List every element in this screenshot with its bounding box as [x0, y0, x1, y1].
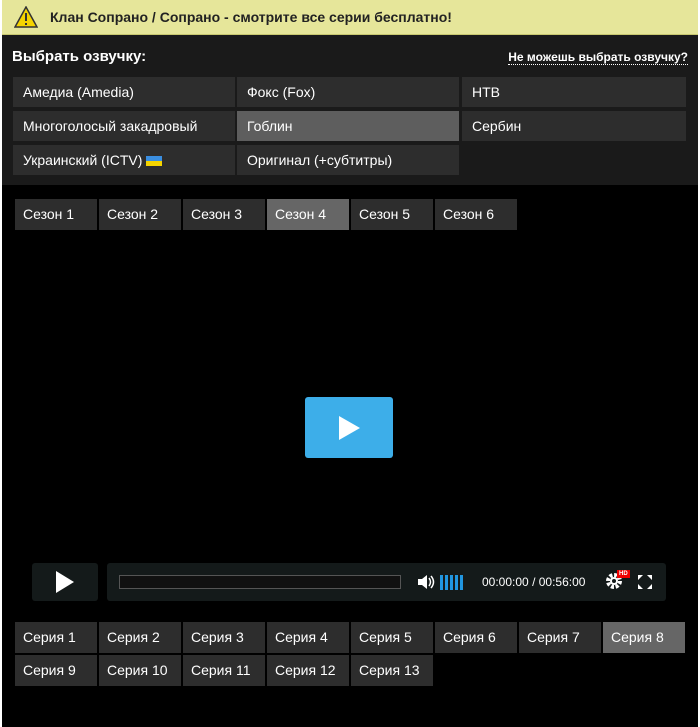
voice-option[interactable]: Многоголосый закадровый: [13, 111, 235, 141]
progress-bar[interactable]: [119, 575, 401, 589]
voice-option[interactable]: Оригинал (+субтитры): [237, 145, 459, 175]
season-tab[interactable]: Сезон 1: [15, 199, 97, 230]
voice-option[interactable]: Фокс (Fox): [237, 77, 459, 107]
episode-button[interactable]: Серия 4: [267, 622, 349, 653]
episode-button[interactable]: Серия 1: [15, 622, 97, 653]
volume-slider[interactable]: [440, 575, 463, 590]
season-tab[interactable]: Сезон 3: [183, 199, 265, 230]
episode-button[interactable]: Серия 6: [435, 622, 517, 653]
episode-button[interactable]: Серия 12: [267, 655, 349, 686]
hd-badge: HD: [617, 570, 630, 578]
voice-help-link[interactable]: Не можешь выбрать озвучку?: [508, 50, 688, 65]
voice-option[interactable]: Украинский (ICTV): [13, 145, 235, 175]
episode-button[interactable]: Серия 3: [183, 622, 265, 653]
episode-button[interactable]: Серия 5: [351, 622, 433, 653]
voice-option[interactable]: НТВ: [462, 77, 686, 107]
season-tab[interactable]: Сезон 4: [267, 199, 349, 230]
season-tab[interactable]: Сезон 5: [351, 199, 433, 230]
episode-button[interactable]: Серия 8: [603, 622, 685, 653]
play-button[interactable]: [32, 563, 98, 601]
episode-button[interactable]: Серия 9: [15, 655, 97, 686]
voice-selector: Выбрать озвучку: Не можешь выбрать озвуч…: [2, 35, 698, 185]
episode-button[interactable]: Серия 11: [183, 655, 265, 686]
voice-option-label: Украинский (ICTV): [23, 152, 143, 168]
ukraine-flag-icon: [146, 156, 163, 166]
voice-option-selected[interactable]: Гоблин: [237, 111, 459, 141]
player-page: Клан Сопрано / Сопрано - смотрите все се…: [2, 0, 698, 727]
season-tab[interactable]: Сезон 2: [99, 199, 181, 230]
voice-title: Выбрать озвучку:: [12, 48, 147, 65]
time-display: 00:00:00 / 00:56:00: [482, 575, 585, 589]
control-bar: 00:00:00 / 00:56:00 HD: [107, 563, 666, 601]
warning-icon: [14, 6, 38, 28]
big-play-button[interactable]: [305, 397, 393, 458]
time-separator: /: [532, 575, 536, 589]
season-tab[interactable]: Сезон 6: [435, 199, 517, 230]
current-time: 00:00:00: [482, 575, 529, 589]
play-icon: [56, 571, 74, 593]
banner-text: Клан Сопрано / Сопрано - смотрите все се…: [50, 9, 452, 25]
episode-button[interactable]: Серия 7: [519, 622, 601, 653]
fullscreen-icon[interactable]: [637, 574, 653, 590]
episode-button[interactable]: Серия 10: [99, 655, 181, 686]
episode-button[interactable]: Серия 13: [351, 655, 433, 686]
title-banner: Клан Сопрано / Сопрано - смотрите все се…: [2, 0, 698, 35]
volume-icon[interactable]: [417, 574, 435, 590]
duration: 00:56:00: [538, 575, 586, 589]
voice-option[interactable]: Сербин: [462, 111, 686, 141]
play-icon: [339, 415, 360, 440]
voice-option[interactable]: Амедиа (Amedia): [13, 77, 235, 107]
episode-button[interactable]: Серия 2: [99, 622, 181, 653]
